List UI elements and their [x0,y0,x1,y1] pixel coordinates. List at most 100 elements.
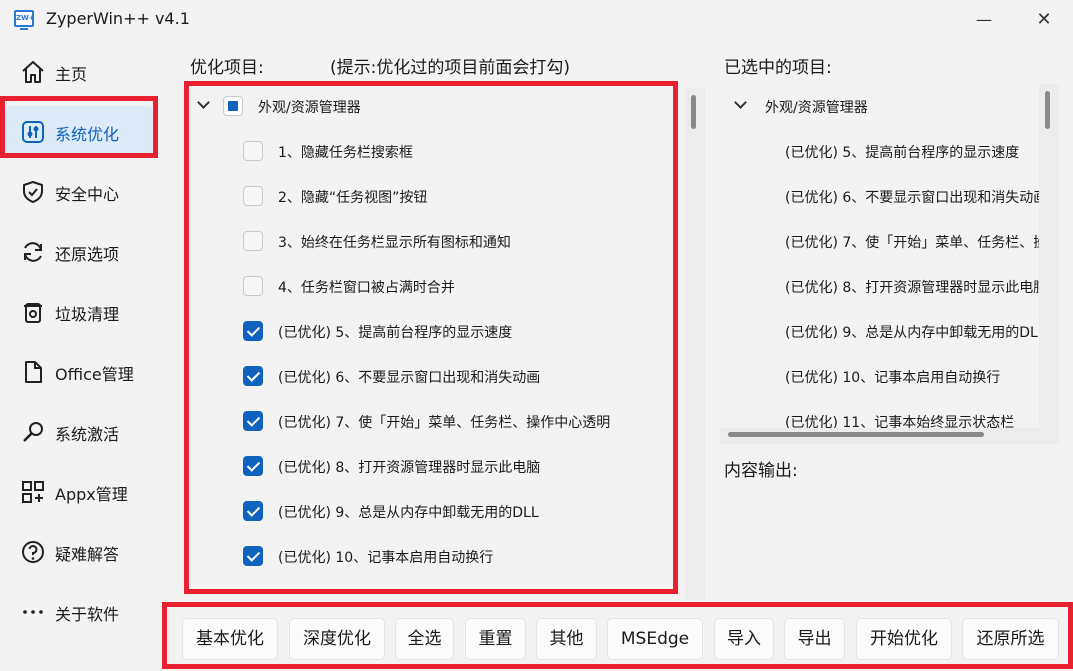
options-scrollbar[interactable] [685,88,705,600]
sidebar-item-label: 关于软件 [55,605,120,624]
tree-group-row[interactable]: 外观/资源管理器 [186,84,676,129]
deep-optimize-button[interactable]: 深度优化 [289,618,385,660]
list-item-label: (已优化) 6、不要显示窗口出现和消失动画 [278,370,541,386]
key-icon [23,422,43,442]
list-item[interactable]: (已优化) 5、提高前台程序的显示速度 [720,129,1059,174]
list-item-label: (已优化) 10、记事本启用自动换行 [785,370,1001,386]
sidebar-item-system-optimize[interactable]: 系统优化 [5,106,153,156]
list-item[interactable]: 2、隐藏“任务视图”按钮 [186,174,676,219]
start-optimize-button[interactable]: 开始优化 [856,618,952,660]
document-icon [25,361,42,383]
sidebar-item-home[interactable]: 主页 [5,46,153,96]
list-item-label: 3、始终在任务栏显示所有图标和通知 [278,235,511,251]
item-checkbox[interactable] [243,141,263,161]
tree-group-label: 外观/资源管理器 [258,100,361,116]
selected-label: 已选中的项目: [724,58,832,78]
item-checkbox[interactable] [243,546,263,566]
sidebar-item-label: 疑难解答 [55,545,120,564]
sidebar-item-label: 主页 [55,65,88,84]
selected-tree: 外观/资源管理器 (已优化) 5、提高前台程序的显示速度 (已优化) 6、不要显… [720,84,1059,444]
tree-group-label: 外观/资源管理器 [765,100,868,116]
chevron-down-icon[interactable] [734,96,747,109]
msedge-button[interactable]: MSEdge [607,618,703,660]
list-item[interactable]: (已优化) 10、记事本启用自动换行 [720,354,1059,399]
sidebar-item-restore[interactable]: 还原选项 [5,226,153,276]
apps-icon [22,481,44,503]
tree-group-row[interactable]: 外观/资源管理器 [720,84,1059,129]
output-label: 内容输出: [724,461,798,481]
item-checkbox[interactable] [243,231,263,251]
options-label: 优化项目: [190,58,264,78]
title-bar: ZW+ ZyperWin++ v4.1 — ✕ [0,0,1073,40]
list-item[interactable]: (已优化) 8、打开资源管理器时显示此电脑 [186,444,676,489]
sidebar-item-label: 系统优化 [55,125,120,144]
list-item[interactable]: (已优化) 6、不要显示窗口出现和消失动画 [720,174,1059,219]
list-item[interactable]: (已优化) 7、使「开始」菜单、任务栏、操作中心透明 [186,399,676,444]
list-item-label: (已优化) 9、总是从内存中卸载无用的DLL [785,325,1046,341]
list-item[interactable]: (已优化) 8、打开资源管理器时显示此电脑 [720,264,1059,309]
options-tree: 外观/资源管理器 1、隐藏任务栏搜索框 2、隐藏“任务视图”按钮 3、始终在任务… [186,84,706,600]
sidebar-item-label: 还原选项 [55,245,120,264]
group-checkbox[interactable] [223,96,243,116]
list-item-label: (已优化) 10、记事本启用自动换行 [278,550,494,566]
list-item-label: 1、隐藏任务栏搜索框 [278,145,413,161]
sidebar-item-cleanup[interactable]: 垃圾清理 [5,286,153,336]
sidebar-item-label: 垃圾清理 [55,305,120,324]
list-item[interactable]: (已优化) 10、记事本启用自动换行 [186,534,676,579]
list-item-label: (已优化) 6、不要显示窗口出现和消失动画 [785,190,1048,206]
basic-optimize-button[interactable]: 基本优化 [182,618,278,660]
list-item[interactable]: (已优化) 9、总是从内存中卸载无用的DLL [720,309,1059,354]
sidebar: 主页 系统优化 安全中心 还原选项 垃圾清理 Office管理 系统激活 App… [0,40,162,671]
item-checkbox[interactable] [243,321,263,341]
selected-scrollbar-vertical[interactable] [1039,84,1059,429]
list-item-label: (已优化) 5、提高前台程序的显示速度 [785,145,1020,161]
question-icon [22,541,44,563]
list-item-label: 4、任务栏窗口被占满时合并 [278,280,455,296]
trash-icon [24,303,42,323]
window-title: ZyperWin++ v4.1 [46,9,190,28]
minimize-button[interactable]: — [966,6,1002,34]
import-button[interactable]: 导入 [714,618,774,660]
item-checkbox[interactable] [243,276,263,296]
more-icon [23,610,43,614]
list-item[interactable]: (已优化) 6、不要显示窗口出现和消失动画 [186,354,676,399]
sidebar-item-about[interactable]: 关于软件 [5,586,153,636]
item-checkbox[interactable] [243,501,263,521]
other-button[interactable]: 其他 [536,618,597,660]
selected-scrollbar-vertical-thumb[interactable] [1045,91,1050,129]
refresh-icon [24,242,42,262]
app-logo-icon: ZW+ [14,10,35,30]
sidebar-item-label: 安全中心 [55,185,120,204]
list-item-label: 2、隐藏“任务视图”按钮 [278,190,428,206]
list-item[interactable]: 4、任务栏窗口被占满时合并 [186,264,676,309]
chevron-down-icon[interactable] [197,96,210,109]
selected-scrollbar-horizontal-thumb[interactable] [728,432,984,437]
shield-icon [23,181,43,203]
list-item[interactable]: 3、始终在任务栏显示所有图标和通知 [186,219,676,264]
sidebar-item-security[interactable]: 安全中心 [5,166,153,216]
reset-button[interactable]: 重置 [465,618,526,660]
sidebar-item-appx[interactable]: Appx管理 [5,466,153,516]
hint-label: (提示:优化过的项目前面会打勾) [330,58,570,78]
item-checkbox[interactable] [243,456,263,476]
list-item[interactable]: (已优化) 5、提高前台程序的显示速度 [186,309,676,354]
sidebar-item-office[interactable]: Office管理 [5,346,153,396]
item-checkbox[interactable] [243,366,263,386]
sidebar-item-activation[interactable]: 系统激活 [5,406,153,456]
list-item-label: (已优化) 7、使「开始」菜单、任务栏、操作中心透明 [278,415,611,431]
list-item-label: (已优化) 8、打开资源管理器时显示此电脑 [785,280,1048,296]
list-item[interactable]: 1、隐藏任务栏搜索框 [186,129,676,174]
restore-selected-button[interactable]: 还原所选 [962,618,1059,660]
options-scrollbar-thumb[interactable] [691,95,696,129]
sidebar-item-label: 系统激活 [55,425,120,444]
list-item[interactable]: (已优化) 9、总是从内存中卸载无用的DLL [186,489,676,534]
list-item[interactable]: (已优化) 7、使「开始」菜单、任务栏、操作中心透明 [720,219,1059,264]
home-icon [22,61,44,83]
sidebar-item-troubleshoot[interactable]: 疑难解答 [5,526,153,576]
item-checkbox[interactable] [243,186,263,206]
item-checkbox[interactable] [243,411,263,431]
select-all-button[interactable]: 全选 [395,618,454,660]
list-item-label: (已优化) 9、总是从内存中卸载无用的DLL [278,505,539,521]
export-button[interactable]: 导出 [784,618,845,660]
close-button[interactable]: ✕ [1026,6,1062,34]
